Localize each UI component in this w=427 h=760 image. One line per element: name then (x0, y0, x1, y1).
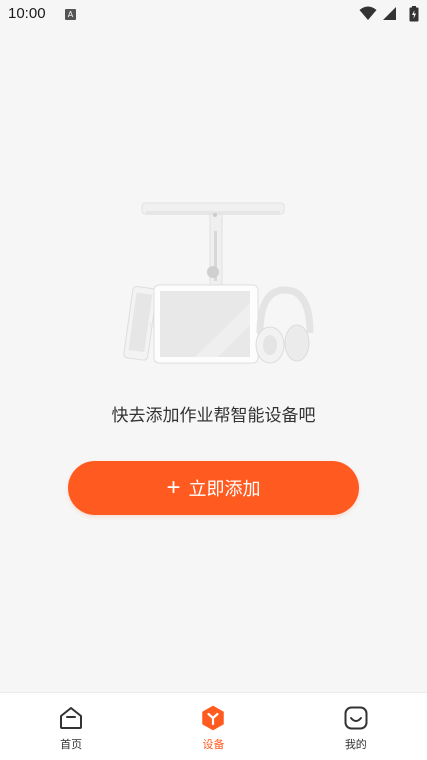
tab-home-label: 首页 (60, 738, 83, 751)
tab-profile[interactable]: 我的 (285, 693, 427, 760)
accessibility-notification-icon: A (65, 9, 76, 20)
add-device-button[interactable]: + 立即添加 (68, 461, 359, 515)
tab-home[interactable]: 首页 (0, 693, 142, 760)
tab-profile-label: 我的 (344, 738, 367, 751)
devices-illustration (123, 202, 314, 364)
wifi-icon (359, 6, 377, 20)
bottom-tab-bar: 首页 设备 我的 (0, 692, 427, 760)
tab-device-label: 设备 (202, 738, 225, 751)
battery-charging-icon (409, 6, 419, 22)
cell-signal-icon (383, 7, 396, 20)
status-time: 10:00 (8, 5, 46, 22)
empty-state-message: 快去添加作业帮智能设备吧 (111, 406, 316, 426)
home-icon (60, 707, 83, 729)
add-device-button-label: 立即添加 (188, 479, 261, 499)
profile-smile-icon (344, 706, 368, 730)
status-bar: 10:00 A (0, 0, 427, 32)
plus-icon: + (166, 474, 181, 501)
device-icon (202, 705, 225, 731)
tab-device[interactable]: 设备 (142, 693, 284, 760)
